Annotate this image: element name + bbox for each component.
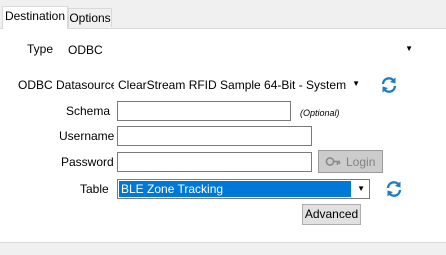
- tab-destination[interactable]: Destination: [2, 6, 68, 29]
- type-label: Type: [27, 42, 54, 56]
- datasource-select[interactable]: ClearStream RFID Sample 64-Bit - System …: [114, 74, 365, 94]
- datasource-label: ODBC Datasource: [18, 78, 118, 92]
- datasource-value: ClearStream RFID Sample 64-Bit - System: [118, 78, 347, 92]
- table-value: BLE Zone Tracking: [119, 181, 351, 197]
- schema-optional-hint: (Optional): [300, 108, 340, 118]
- schema-input[interactable]: [117, 101, 291, 121]
- chevron-down-icon: ▼: [405, 44, 413, 53]
- password-input[interactable]: [117, 152, 312, 172]
- tab-strip: Destination Options: [0, 0, 446, 29]
- type-select[interactable]: ODBC ▼: [64, 39, 418, 59]
- login-button-label: Login: [346, 155, 376, 169]
- login-button[interactable]: Login: [318, 150, 383, 173]
- type-value: ODBC: [68, 43, 103, 57]
- table-select[interactable]: BLE Zone Tracking ▼: [117, 179, 370, 199]
- tab-options[interactable]: Options: [68, 8, 112, 27]
- advanced-button[interactable]: Advanced: [302, 204, 361, 225]
- password-label: Password: [61, 155, 114, 169]
- username-input[interactable]: [117, 126, 312, 146]
- destination-panel: Type ODBC ▼ ODBC Datasource ClearStream …: [0, 28, 446, 243]
- key-icon: [325, 157, 341, 166]
- schema-label: Schema: [66, 104, 111, 118]
- refresh-icon[interactable]: [385, 180, 403, 198]
- refresh-icon[interactable]: [380, 76, 398, 94]
- chevron-down-icon: ▼: [357, 184, 365, 193]
- table-label: Table: [80, 182, 109, 196]
- chevron-down-icon: ▼: [352, 79, 360, 88]
- username-label: Username: [59, 129, 115, 143]
